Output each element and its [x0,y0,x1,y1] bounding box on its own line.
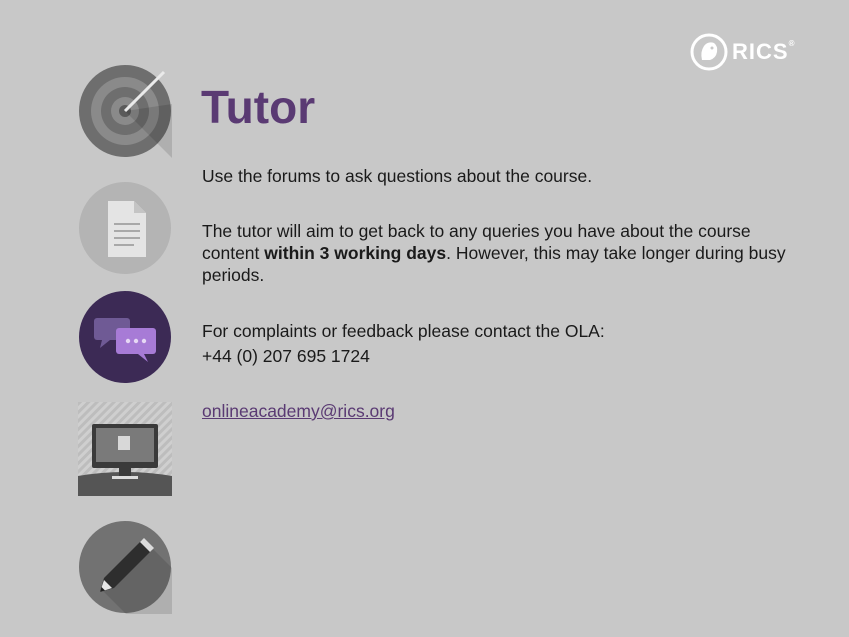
page-title: Tutor [201,81,316,133]
lion-emblem-icon [690,33,728,71]
rics-logo: RICS® [690,30,810,74]
intro-text: Use the forums to ask questions about th… [202,166,593,186]
email-link[interactable]: onlineacademy@rics.org [202,400,395,422]
contact-phone: +44 (0) 207 695 1724 [202,346,370,366]
chat-bubbles-icon [79,291,171,383]
document-icon [79,182,171,274]
tutor-info-text: The tutor will aim to get back to any qu… [202,221,786,285]
logo-text: RICS® [732,39,796,64]
contact-label: For complaints or feedback please contac… [202,321,605,341]
monitor-icon [78,402,172,496]
pencil-icon [79,521,172,614]
target-icon [79,65,172,158]
response-time: within 3 working days [264,243,447,263]
